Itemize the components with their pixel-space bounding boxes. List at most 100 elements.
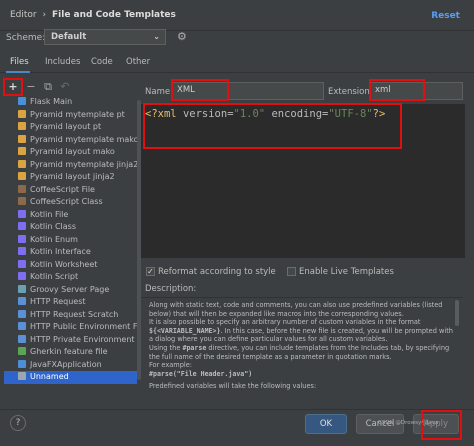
template-list-item[interactable]: Flask Main bbox=[4, 96, 137, 109]
extension-label: Extension: bbox=[328, 87, 373, 97]
file-type-icon bbox=[18, 147, 26, 155]
template-list-item-label: HTTP Request bbox=[30, 297, 86, 306]
reset-template-icon[interactable]: ↶ bbox=[58, 80, 72, 94]
template-list-item-label: Flask Main bbox=[30, 97, 73, 106]
breadcrumb: Editor › File and Code Templates bbox=[10, 10, 176, 20]
template-list-item[interactable]: Kotlin Worksheet bbox=[4, 259, 137, 272]
template-list-item[interactable]: Kotlin Enum bbox=[4, 234, 137, 247]
breadcrumb-parent[interactable]: Editor bbox=[10, 10, 37, 20]
template-list-item-label: Pyramid layout mako bbox=[30, 147, 115, 156]
template-list-item[interactable]: Pyramid layout jinja2 bbox=[4, 171, 137, 184]
copy-icon[interactable]: ⧉ bbox=[41, 80, 55, 94]
description-label: Description: bbox=[145, 284, 197, 294]
template-list-item[interactable]: Pyramid layout mako bbox=[4, 146, 137, 159]
template-list-item[interactable]: CoffeeScript File bbox=[4, 184, 137, 197]
template-list-item[interactable]: CoffeeScript Class bbox=[4, 196, 137, 209]
template-list-item-label: Unnamed bbox=[30, 372, 69, 381]
file-type-icon bbox=[18, 159, 26, 168]
gear-icon[interactable]: ⚙ bbox=[177, 31, 189, 43]
template-list-item-label: Pyramid mytemplate jinja2 bbox=[30, 159, 139, 169]
remove-icon[interactable]: − bbox=[24, 80, 38, 94]
template-list[interactable]: Flask Main Pyramid mytemplate pt Pyramid l… bbox=[4, 96, 150, 401]
template-list-item-label: Pyramid mytemplate pt bbox=[30, 109, 125, 119]
file-type-icon bbox=[18, 247, 26, 255]
file-type-icon bbox=[18, 222, 26, 230]
template-list-item[interactable]: Kotlin Interface bbox=[4, 246, 137, 259]
name-label: Name: bbox=[145, 87, 173, 97]
template-list-item[interactable]: JavaFXApplication bbox=[4, 359, 137, 372]
file-type-icon bbox=[18, 347, 26, 355]
tab-active-indicator bbox=[6, 71, 30, 73]
file-type-icon bbox=[18, 334, 26, 343]
template-list-item[interactable]: Kotlin Class bbox=[4, 221, 137, 234]
template-list-item-label: HTTP Public Environment File bbox=[30, 322, 147, 331]
extension-field-highlight bbox=[369, 79, 425, 101]
template-list-item[interactable]: Pyramid layout pt bbox=[4, 121, 137, 134]
file-type-icon bbox=[18, 284, 26, 293]
live-templates-label: Enable Live Templates bbox=[299, 267, 394, 277]
reset-link[interactable]: Reset bbox=[431, 11, 460, 21]
template-list-item-label: Kotlin Script bbox=[30, 272, 79, 281]
file-type-icon bbox=[18, 234, 26, 243]
live-templates-checkbox[interactable] bbox=[287, 267, 296, 276]
template-list-item-label: Pyramid mytemplate mako bbox=[30, 134, 139, 144]
description-scrollbar[interactable] bbox=[455, 300, 459, 326]
tab-other[interactable]: Other bbox=[126, 57, 150, 67]
reformat-checkbox[interactable]: ✓ bbox=[146, 267, 155, 276]
template-list-item-label: CoffeeScript File bbox=[30, 184, 95, 194]
template-list-item-label: HTTP Request Scratch bbox=[30, 309, 119, 319]
template-list-item-label: Gherkin feature file bbox=[30, 347, 108, 356]
add-icon[interactable]: + bbox=[6, 80, 20, 94]
template-list-item-label: HTTP Private Environment File bbox=[30, 334, 151, 344]
breadcrumb-current: File and Code Templates bbox=[52, 10, 176, 20]
description-text: Along with static text, code and comment… bbox=[149, 301, 453, 391]
template-list-item[interactable]: HTTP Private Environment File bbox=[4, 334, 150, 347]
template-list-item[interactable]: Kotlin File bbox=[4, 209, 137, 222]
template-list-item[interactable]: Pyramid mytemplate jinja2 bbox=[4, 159, 139, 172]
name-field-highlight bbox=[171, 79, 229, 101]
template-list-item-label: CoffeeScript Class bbox=[30, 197, 103, 206]
file-type-icon bbox=[18, 197, 26, 205]
template-list-item[interactable]: Kotlin Script bbox=[4, 271, 137, 284]
file-type-icon bbox=[18, 322, 26, 330]
file-type-icon bbox=[18, 309, 26, 318]
file-type-icon bbox=[18, 359, 26, 368]
template-list-item-label: Kotlin Worksheet bbox=[30, 259, 98, 269]
template-list-item-label: Kotlin Interface bbox=[30, 247, 91, 256]
tab-files[interactable]: Files bbox=[10, 57, 29, 67]
template-list-item[interactable]: HTTP Request Scratch bbox=[4, 309, 137, 322]
breadcrumb-separator: › bbox=[42, 10, 47, 20]
template-list-item-label: Kotlin Class bbox=[30, 222, 76, 231]
file-type-icon bbox=[18, 172, 26, 180]
ok-button[interactable]: OK bbox=[305, 414, 347, 434]
template-list-item[interactable]: HTTP Request bbox=[4, 296, 137, 309]
file-type-icon bbox=[18, 134, 26, 143]
template-list-item-label: Pyramid layout pt bbox=[30, 122, 102, 131]
template-list-item[interactable]: Groovy Server Page bbox=[4, 284, 137, 297]
scheme-select-value: Default bbox=[51, 32, 87, 42]
tab-includes[interactable]: Includes bbox=[45, 57, 80, 67]
file-type-icon bbox=[18, 259, 26, 268]
template-list-item[interactable]: Pyramid mytemplate pt bbox=[4, 109, 137, 122]
watermark: CSDN @Drowsy小Java bbox=[378, 420, 439, 426]
template-list-item-label: Kotlin Enum bbox=[30, 234, 78, 244]
template-list-item[interactable]: HTTP Public Environment File bbox=[4, 321, 146, 334]
scheme-label: Scheme: bbox=[6, 33, 46, 43]
file-type-icon bbox=[18, 372, 26, 380]
file-type-icon bbox=[18, 184, 26, 193]
help-button[interactable]: ? bbox=[10, 415, 26, 431]
template-list-item-label: Kotlin File bbox=[30, 209, 69, 219]
file-type-icon bbox=[18, 209, 26, 218]
file-type-icon bbox=[18, 122, 26, 130]
tab-code[interactable]: Code bbox=[91, 57, 113, 67]
template-list-item-label: Groovy Server Page bbox=[30, 284, 110, 294]
template-list-item[interactable]: Gherkin feature file bbox=[4, 346, 137, 359]
chevron-down-icon: ⌄ bbox=[153, 32, 160, 41]
file-type-icon bbox=[18, 109, 26, 118]
template-list-item[interactable]: Pyramid mytemplate mako bbox=[4, 134, 139, 147]
template-list-item-label: Pyramid layout jinja2 bbox=[30, 172, 115, 181]
code-highlight bbox=[143, 103, 402, 149]
scheme-select[interactable]: Default ⌄ bbox=[44, 29, 166, 45]
template-list-item[interactable]: Unnamed bbox=[4, 371, 137, 384]
reformat-label: Reformat according to style bbox=[158, 267, 276, 277]
